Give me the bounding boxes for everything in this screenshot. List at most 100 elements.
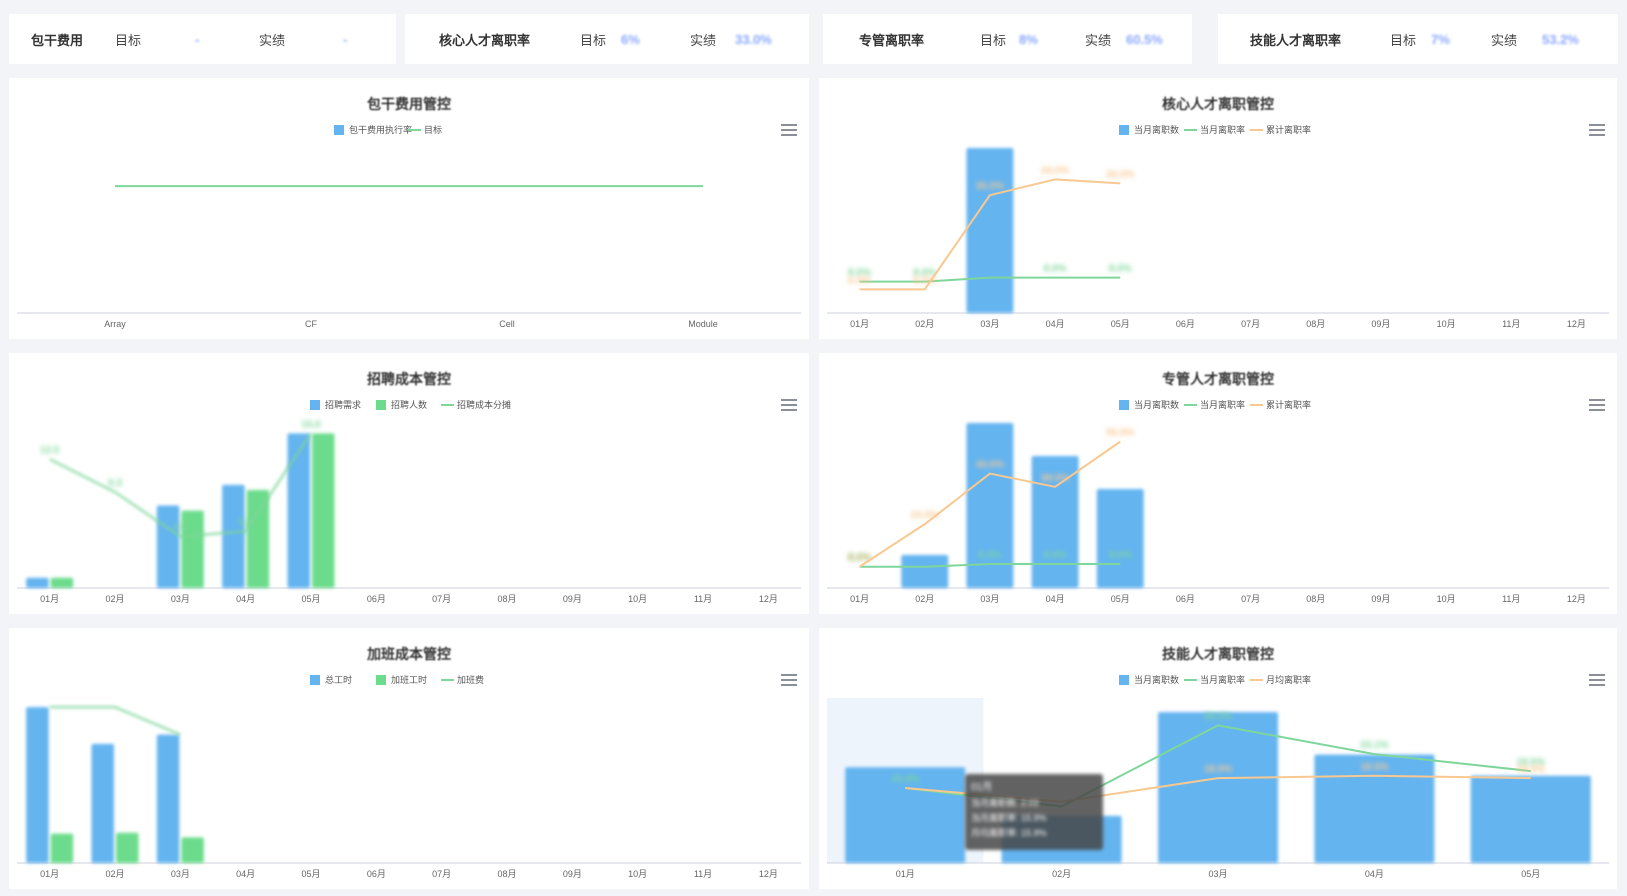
data-label: 6.0% [913, 275, 936, 286]
legend-label: 目标 [424, 124, 442, 135]
x-tick-label: 12月 [759, 594, 778, 604]
legend-swatch [1119, 400, 1129, 410]
x-tick-label: 09月 [563, 594, 582, 604]
chart-title: 包干费用管控 [367, 96, 451, 112]
x-tick-label: 02月 [1052, 869, 1071, 879]
x-tick-label: 07月 [1241, 319, 1260, 329]
chart-svg: 当月离职数 当月离职率 月均离职率 01月 02月 03月 04月 05月 15.9% 29.2%… [827, 674, 1609, 879]
data-label: 43.0% [976, 460, 1004, 471]
x-tick-label: 08月 [497, 594, 516, 604]
x-tick-label: 07月 [432, 869, 451, 879]
x-tick-label: 03月 [1208, 869, 1227, 879]
data-label: 23.1% [1360, 740, 1388, 751]
chart-tooltip: 01月 当月离职数: 2.03 当月离职率: 15.9% 月均离职率: 15.9… [965, 774, 1103, 850]
kpi-actual-label: 实绩 [1491, 32, 1518, 48]
x-tick-label: 12月 [1567, 594, 1586, 604]
data-label: 18.5% [1360, 762, 1388, 773]
x-tick-label: 07月 [1241, 594, 1260, 604]
x-tick-label: 04月 [1365, 869, 1384, 879]
x-tick-label: Module [688, 319, 718, 329]
x-tick-label: 06月 [367, 594, 386, 604]
x-tick-label: 09月 [563, 869, 582, 879]
menu-icon[interactable] [1589, 124, 1605, 136]
kpi-actual-label: 实绩 [1085, 32, 1112, 48]
menu-icon[interactable] [1589, 399, 1605, 411]
bar [1158, 712, 1278, 863]
legend-label: 招聘成本分摊 [457, 399, 511, 410]
bar [966, 148, 1014, 313]
x-tick-label: 12月 [759, 869, 778, 879]
bar [181, 837, 204, 863]
legend-label: 招聘人数 [391, 399, 427, 410]
bar [156, 505, 180, 588]
x-tick-label: 05月 [301, 594, 320, 604]
x-tick-label: Cell [499, 319, 515, 329]
data-label: 55.0% [1106, 428, 1134, 439]
bar [26, 577, 49, 588]
legend-label: 月均离职率 [1266, 674, 1311, 685]
bar [50, 833, 74, 863]
legend-swatch [310, 675, 320, 685]
chart-svg: 招聘需求 招聘人数 招聘成本分摊 01月 02月 03月 04月 05月 06月 07月 08月 09… [17, 399, 801, 604]
legend-label: 当月离职率 [1200, 399, 1245, 410]
legend-label: 累计离职率 [1266, 399, 1311, 410]
x-tick-label: 05月 [1111, 319, 1130, 329]
legend-label: 累计离职率 [1266, 124, 1311, 135]
bar [50, 577, 74, 588]
chart-panel-skilled: 当月离职数 当月离职率 月均离职率 01月 02月 03月 04月 05月 15.9% 29.2%… [819, 628, 1617, 889]
menu-icon[interactable] [781, 399, 797, 411]
chart-panel-specialist: 当月离职数 当月离职率 累计离职率 01月 02月 03月 04月 05月 06月 07月 08月 0… [819, 353, 1617, 614]
data-label: 18.0% [1517, 764, 1545, 775]
x-tick-label: 05月 [301, 869, 320, 879]
data-label: 38.0% [1041, 473, 1069, 484]
data-label: 34.0% [1041, 165, 1069, 176]
legend-label: 当月离职数 [1134, 674, 1179, 685]
data-label: 8.0% [1109, 550, 1132, 561]
data-label: 33.0% [1106, 169, 1134, 180]
chart-title: 招聘成本管控 [367, 371, 451, 387]
tooltip-row: 月均离职率: 15.9% [971, 828, 1047, 838]
x-tick-label: 04月 [1046, 319, 1065, 329]
kpi-target-label: 目标 [580, 32, 607, 48]
chart-svg: 当月离职数 当月离职率 累计离职率 01月 02月 03月 04月 05月 06月 07月 08月 0… [827, 399, 1609, 604]
chart-svg: 包干费用执行率 目标 Array CF Cell Module [17, 124, 801, 329]
x-tick-label: 01月 [850, 594, 869, 604]
menu-icon[interactable] [781, 674, 797, 686]
kpi-actual-value: 53.2% [1542, 31, 1579, 47]
legend-swatch [310, 400, 320, 410]
legend-swatch [376, 675, 386, 685]
x-tick-label: 11月 [694, 594, 712, 604]
kpi-target-label: 目标 [115, 32, 142, 48]
data-label: 29.2% [1204, 711, 1232, 722]
bar [246, 490, 270, 588]
tooltip-row: 当月离职数: 2.03 [971, 798, 1039, 808]
x-tick-label: 03月 [980, 319, 999, 329]
legend-label: 招聘需求 [325, 399, 361, 410]
series-line [49, 432, 312, 538]
x-tick-label: 12月 [1567, 319, 1586, 329]
legend-label: 加班工时 [391, 674, 427, 685]
kpi-actual-label: 实绩 [259, 32, 286, 48]
kpi-title: 核心人才离职率 [439, 32, 531, 48]
tooltip-title: 01月 [971, 782, 993, 793]
chart-panel-baogan: 包干费用执行率 目标 Array CF Cell Module 包干费用管控 [9, 78, 809, 339]
bar [116, 832, 139, 863]
menu-icon[interactable] [781, 124, 797, 136]
kpi-actual-label: 实绩 [690, 32, 717, 48]
bar [222, 484, 245, 588]
kpi-actual-value: - [343, 31, 348, 47]
x-tick-label: 10月 [1437, 594, 1456, 604]
bar [1096, 489, 1144, 588]
x-tick-label: 09月 [1371, 319, 1390, 329]
x-tick-label: 05月 [1111, 594, 1130, 604]
x-tick-label: 01月 [850, 319, 869, 329]
x-tick-label: 01月 [40, 869, 59, 879]
kpi-target-value: 8% [1019, 31, 1038, 47]
legend-label: 加班费 [457, 674, 484, 685]
kpi-target-value: 7% [1431, 31, 1450, 47]
kpi-target-value: - [195, 31, 200, 47]
menu-icon[interactable] [1589, 674, 1605, 686]
chart-title: 专管人才离职管控 [1162, 371, 1274, 387]
data-label: 5.5 [239, 517, 253, 528]
kpi-target-label: 目标 [980, 32, 1007, 48]
